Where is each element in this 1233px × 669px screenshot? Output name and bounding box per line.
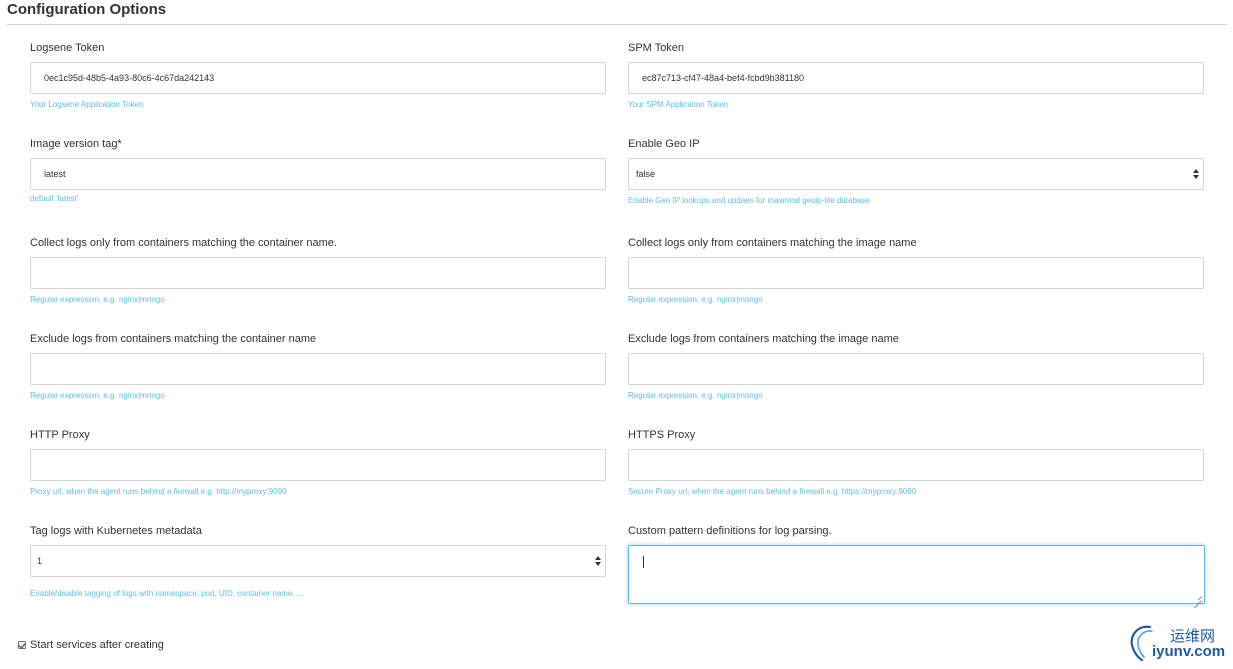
exclude-image-label: Exclude logs from containers matching th… [628,333,899,345]
watermark: 运维网 iyunv.com [1128,621,1228,665]
geo-ip-help: Enable Geo IP lookups and updaes for max… [628,196,870,205]
start-services-label: Start services after creating [30,639,164,651]
section-divider [7,24,1227,25]
image-version-input[interactable]: latest [30,158,606,190]
image-name-input[interactable] [628,257,1204,289]
exclude-container-help: Regular expression, e.g. nginx|mongo [30,391,165,400]
exclude-image-input[interactable] [628,353,1204,385]
geo-ip-select[interactable]: false [628,158,1204,190]
section-title: Configuration Options [7,1,167,18]
logsene-token-input[interactable]: 0ec1c95d-48b5-4a93-80c6-4c67da242143 [30,62,606,94]
exclude-container-label: Exclude logs from containers matching th… [30,333,317,345]
chevron-updown-icon [1193,169,1199,179]
watermark-domain: iyunv.com [1152,643,1226,660]
image-version-label: Image version tag* [30,138,122,150]
chevron-updown-icon [595,556,601,566]
container-name-input[interactable] [30,257,606,289]
spm-token-input[interactable]: ec87c713-cf47-48a4-bef4-fcbd9b381180 [628,62,1204,94]
spm-token-label: SPM Token [628,42,685,54]
k8s-metadata-label: Tag logs with Kubernetes metadata [30,525,202,537]
exclude-image-help: Regular expression, e.g. nginx|mongo [628,391,763,400]
start-services-row[interactable]: Start services after creating [18,639,164,651]
k8s-metadata-value: 1 [37,556,43,566]
http-proxy-input[interactable] [30,449,606,481]
geo-ip-label: Enable Geo IP [628,138,700,150]
resize-handle-icon[interactable] [1194,593,1202,601]
container-name-help: Regular expression, e.g. nginx|mongo [30,295,165,304]
custom-patterns-label: Custom pattern definitions for log parsi… [628,525,832,537]
https-proxy-input[interactable] [628,449,1204,481]
geo-ip-value: false [636,169,656,179]
custom-patterns-textarea[interactable] [628,545,1205,604]
logsene-token-label: Logsene Token [30,42,105,54]
text-cursor [643,556,644,568]
image-name-label: Collect logs only from containers matchi… [628,237,917,249]
exclude-container-input[interactable] [30,353,606,385]
http-proxy-help: Proxy url, when the agent runs behind a … [30,487,287,496]
https-proxy-help: Secure Proxy url, when the agent runs be… [628,487,917,496]
start-services-checkbox[interactable] [18,641,26,649]
k8s-metadata-help: Enable/disable tagging of logs with name… [30,589,304,598]
image-name-help: Regular expression, e.g. nginx|mongo [628,295,763,304]
logsene-token-help: Your Logsene Application Token [30,100,144,109]
container-name-label: Collect logs only from containers matchi… [30,237,337,249]
http-proxy-label: HTTP Proxy [30,429,90,441]
spm-token-help: Your SPM Application Token [628,100,729,109]
https-proxy-label: HTTPS Proxy [628,429,696,441]
k8s-metadata-select[interactable]: 1 [30,545,606,577]
image-version-help: default 'latest' [30,194,79,203]
